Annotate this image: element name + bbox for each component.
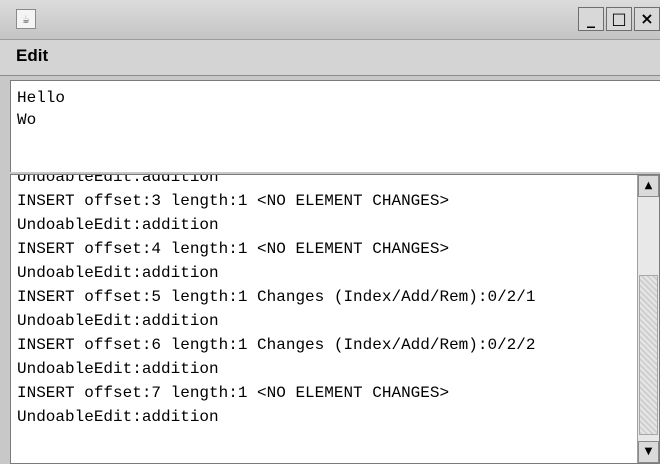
title-bar[interactable]: ☕ _ □ × [0,0,660,40]
minimize-button[interactable]: _ [578,7,604,31]
text-editor[interactable]: Hello Wo [10,80,660,172]
log-line: UndoableEdit:addition [17,312,219,330]
app-window: ☕ _ □ × Edit Hello Wo UndoableEdit:addit… [0,0,660,464]
log-line: INSERT offset:7 length:1 <NO ELEMENT CHA… [17,384,450,402]
vertical-scrollbar[interactable]: ▲ ▼ [637,175,659,463]
window-controls: _ □ × [578,7,660,31]
menu-edit[interactable]: Edit [16,46,48,66]
log-line: INSERT offset:4 length:1 <NO ELEMENT CHA… [17,240,450,258]
log-line: UndoableEdit:addition [17,216,219,234]
log-line: INSERT offset:3 length:1 <NO ELEMENT CHA… [17,192,450,210]
event-log-text: UndoableEdit:addition INSERT offset:3 le… [17,174,637,429]
event-log-pane[interactable]: UndoableEdit:addition INSERT offset:3 le… [10,174,660,464]
menu-bar: Edit [0,40,660,76]
scroll-down-arrow-icon[interactable]: ▼ [638,441,659,463]
log-line: INSERT offset:5 length:1 Changes (Index/… [17,288,536,306]
java-cup-icon[interactable]: ☕ [16,9,36,29]
maximize-button[interactable]: □ [606,7,632,31]
close-button[interactable]: × [634,7,660,31]
log-line: INSERT offset:6 length:1 Changes (Index/… [17,336,536,354]
editor-line: Wo [17,111,37,129]
log-line: UndoableEdit:addition [17,264,219,282]
log-line: UndoableEdit:addition [17,408,219,426]
log-line: UndoableEdit:addition [17,360,219,378]
scroll-thumb[interactable] [639,275,658,435]
scroll-up-arrow-icon[interactable]: ▲ [638,175,659,197]
log-line: UndoableEdit:addition [17,174,219,186]
editor-line: Hello [17,89,66,107]
